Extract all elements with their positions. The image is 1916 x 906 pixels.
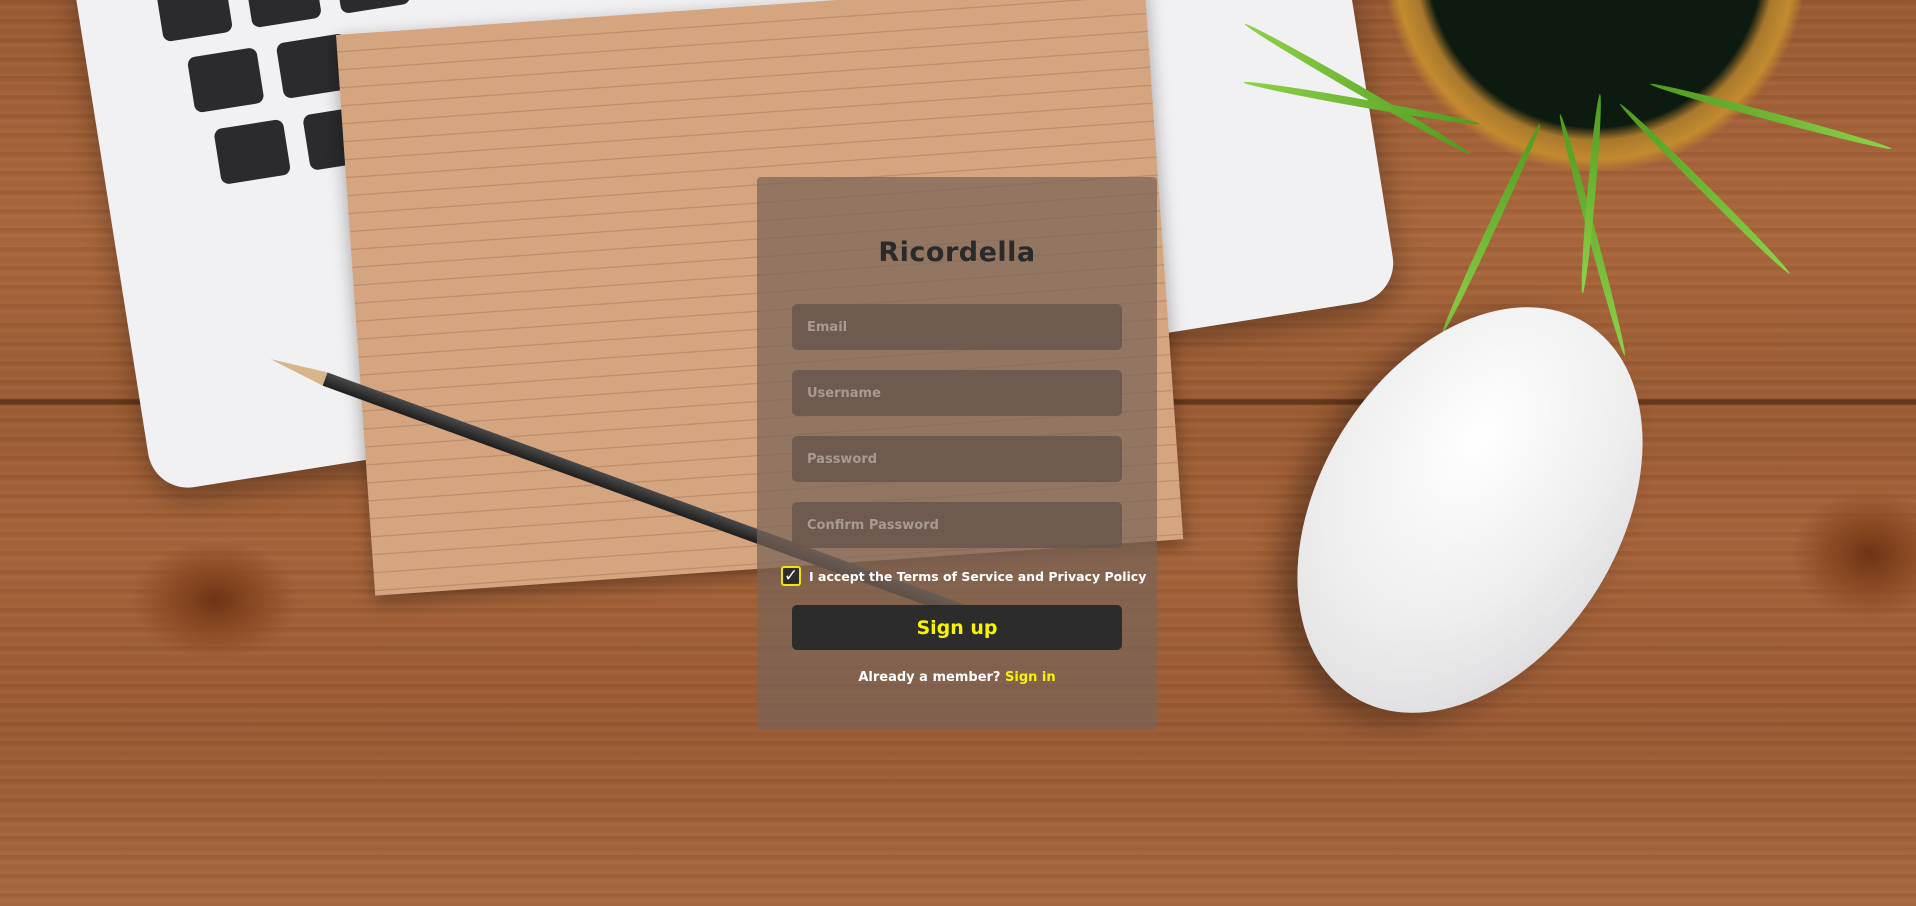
username-input[interactable] [792, 370, 1122, 416]
already-member-row: Already a member? Sign in [757, 670, 1157, 685]
keyboard-key [186, 46, 265, 114]
keyboard-key [155, 0, 234, 43]
email-input[interactable] [792, 304, 1122, 350]
sign-up-button[interactable]: Sign up [792, 605, 1122, 650]
keyboard-key [244, 0, 323, 29]
keyboard-key [213, 118, 292, 185]
check-icon: ✓ [783, 566, 799, 586]
terms-label: I accept the Terms of Service and Privac… [809, 568, 1147, 584]
signup-card: Ricordella ✓ I accept the Terms of Servi… [757, 177, 1157, 730]
password-input[interactable] [792, 436, 1122, 482]
sign-in-link[interactable]: Sign in [1005, 670, 1056, 685]
confirm-password-input[interactable] [792, 502, 1122, 548]
member-prompt: Already a member? [858, 670, 1001, 685]
terms-row: ✓ I accept the Terms of Service and Priv… [779, 564, 1149, 588]
app-logo: Ricordella [878, 237, 1036, 268]
wood-knot-right [1790, 490, 1916, 620]
mouse-image [1226, 243, 1714, 777]
keyboard-key [333, 0, 411, 15]
terms-checkbox[interactable]: ✓ [781, 566, 801, 586]
wood-knot-left [130, 540, 300, 660]
